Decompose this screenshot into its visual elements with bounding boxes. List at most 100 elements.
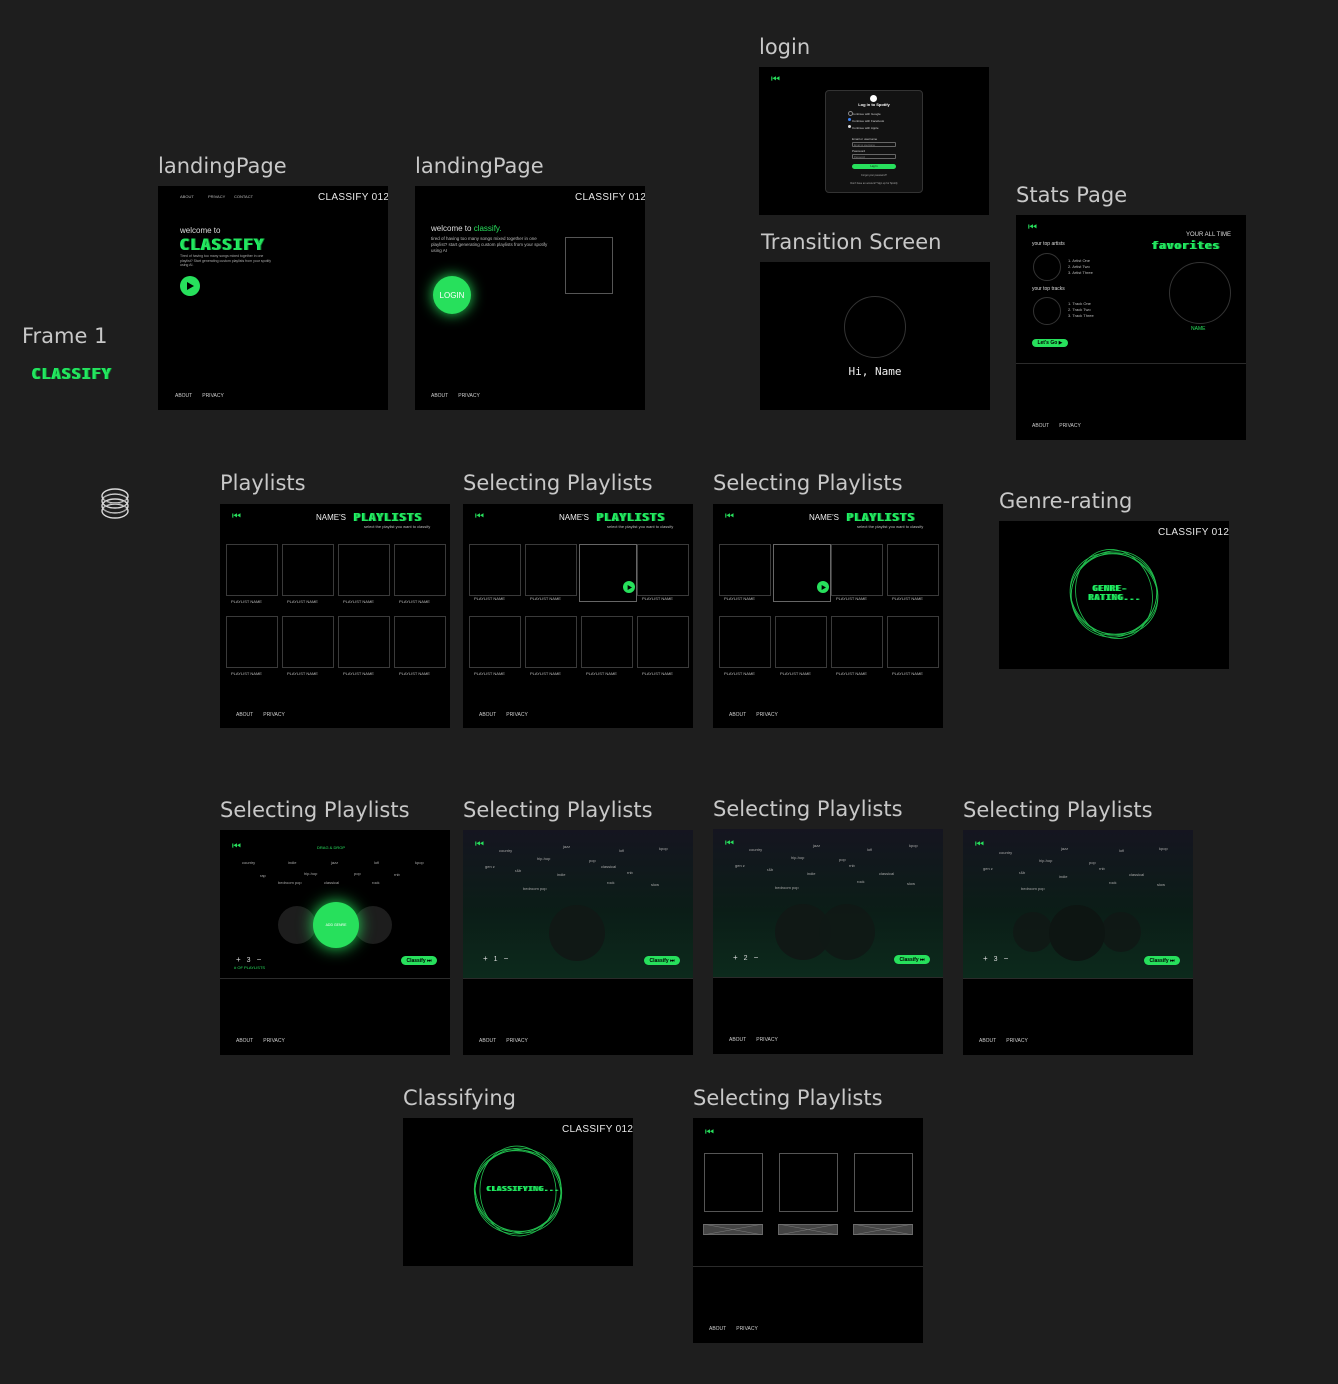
playlist-tile[interactable] — [637, 544, 689, 596]
genre-chip[interactable]: indie — [807, 871, 815, 876]
back-icon[interactable]: ⏮ — [475, 512, 485, 522]
playlist-tile[interactable] — [854, 1153, 913, 1212]
footer-about[interactable]: ABOUT — [979, 1038, 996, 1044]
genre-chip[interactable]: pop — [839, 857, 846, 862]
classify-button[interactable]: Classify ⏭ — [401, 956, 437, 965]
genre-chip[interactable]: rnb — [627, 870, 633, 875]
playlist-tile[interactable] — [469, 544, 521, 596]
playlist-count-stepper[interactable]: +1− — [483, 954, 514, 963]
genre-kpop[interactable]: kpop — [415, 860, 424, 865]
stepper-minus[interactable]: − — [754, 953, 765, 962]
genre-chip[interactable]: lofi — [619, 848, 624, 853]
footer-privacy[interactable]: PRIVACY — [756, 1037, 778, 1043]
genre-hiphop[interactable]: hip-hop — [304, 871, 317, 876]
genre-chip[interactable]: classical — [601, 864, 616, 869]
login-option-apple[interactable]: Continue with Apple — [852, 127, 879, 130]
drop-slot-right[interactable] — [1101, 912, 1141, 952]
play-button[interactable] — [180, 276, 200, 296]
playlist-tile[interactable] — [525, 616, 577, 668]
password-field[interactable]: Password — [852, 154, 896, 159]
footer-privacy[interactable]: PRIVACY — [1059, 423, 1081, 429]
genre-chip[interactable]: r&b — [515, 868, 521, 873]
genre-bedroom-pop[interactable]: bedroom pop — [278, 880, 302, 885]
back-icon[interactable]: ⏮ — [232, 842, 242, 852]
genre-lofi[interactable]: lofi — [374, 860, 379, 865]
footer-privacy[interactable]: PRIVACY — [506, 712, 528, 718]
drop-slot[interactable] — [549, 905, 605, 961]
genre-chip[interactable]: rnb — [1099, 866, 1105, 871]
genre-chip[interactable]: rnb — [849, 863, 855, 868]
play-button[interactable] — [623, 581, 635, 593]
genre-chip[interactable]: pop — [1089, 860, 1096, 865]
playlist-tile[interactable] — [887, 544, 939, 596]
nav-privacy[interactable]: PRIVACY — [208, 195, 225, 199]
drop-slot-left[interactable] — [1013, 912, 1053, 952]
footer-about[interactable]: ABOUT — [709, 1326, 726, 1332]
back-icon[interactable]: ⏮ — [771, 75, 781, 85]
stepper-minus[interactable]: − — [1004, 954, 1015, 963]
genre-chip[interactable]: rock — [857, 879, 865, 884]
footer-privacy[interactable]: PRIVACY — [263, 1038, 285, 1044]
playlist-count-stepper[interactable]: +3− — [236, 955, 267, 964]
footer-privacy[interactable]: PRIVACY — [458, 393, 480, 399]
stepper-plus[interactable]: + — [733, 953, 744, 962]
playlist-tile[interactable] — [831, 544, 883, 596]
genre-chip[interactable]: rock — [607, 880, 615, 885]
playlist-tile[interactable] — [775, 616, 827, 668]
footer-about[interactable]: ABOUT — [1032, 423, 1049, 429]
genre-chip[interactable]: hip-hop — [791, 855, 804, 860]
genre-chip[interactable]: lofi — [867, 847, 872, 852]
genre-chip[interactable]: kpop — [909, 843, 918, 848]
footer-privacy[interactable]: PRIVACY — [263, 712, 285, 718]
genre-chip[interactable]: bedroom pop — [1021, 886, 1045, 891]
drop-slot-right[interactable] — [354, 906, 392, 944]
genre-jazz[interactable]: jazz — [331, 860, 338, 865]
playlist-tile[interactable] — [338, 544, 390, 596]
drop-slot-left[interactable] — [278, 906, 316, 944]
login-button[interactable]: LOGIN — [433, 276, 471, 314]
login-option-facebook[interactable]: Continue with Facebook — [852, 120, 884, 123]
genre-country[interactable]: country — [242, 860, 255, 865]
genre-chip[interactable]: country — [749, 847, 762, 852]
footer-privacy[interactable]: PRIVACY — [736, 1326, 758, 1332]
footer-about[interactable]: ABOUT — [479, 1038, 496, 1044]
playlist-tile[interactable] — [637, 616, 689, 668]
genre-chip[interactable]: lofi — [1119, 848, 1124, 853]
playlist-tile[interactable] — [719, 544, 771, 596]
genre-rnb[interactable]: rnb — [394, 872, 400, 877]
playlist-tile[interactable] — [282, 616, 334, 668]
playlist-tile[interactable] — [719, 616, 771, 668]
lets-go-button[interactable]: Let's Go ▶ — [1032, 339, 1068, 347]
back-icon[interactable]: ⏮ — [705, 1128, 715, 1138]
nav-about[interactable]: ABOUT — [180, 195, 194, 199]
playlist-tile[interactable] — [338, 616, 390, 668]
genre-chip[interactable]: kpop — [1159, 846, 1168, 851]
login-option-google[interactable]: Continue with Google — [852, 113, 881, 116]
forgot-password-link[interactable]: Forgot your password? — [826, 174, 922, 178]
footer-about[interactable]: ABOUT — [431, 393, 448, 399]
genre-indie[interactable]: indie — [288, 860, 296, 865]
back-icon[interactable]: ⏮ — [725, 512, 735, 522]
playlist-tile[interactable] — [887, 616, 939, 668]
back-icon[interactable]: ⏮ — [975, 840, 985, 850]
drop-slot-right[interactable] — [819, 904, 875, 960]
playlist-count-stepper[interactable]: +2− — [733, 953, 764, 962]
genre-chip[interactable]: gen z — [735, 863, 745, 868]
genre-chip[interactable]: hip-hop — [537, 856, 550, 861]
genre-chip[interactable]: jazz — [813, 843, 820, 848]
genre-chip[interactable]: country — [499, 848, 512, 853]
playlist-tile[interactable] — [469, 616, 521, 668]
back-icon[interactable]: ⏮ — [1028, 223, 1038, 233]
playlist-tile[interactable] — [226, 544, 278, 596]
stepper-plus[interactable]: + — [483, 954, 494, 963]
add-genre-drop-zone[interactable]: ADD GENRE — [313, 902, 359, 948]
footer-about[interactable]: ABOUT — [236, 712, 253, 718]
stepper-minus[interactable]: − — [504, 954, 515, 963]
genre-pop[interactable]: pop — [354, 871, 361, 876]
genre-chip[interactable]: gen z — [485, 864, 495, 869]
classify-button[interactable]: Classify ⏭ — [1144, 956, 1180, 965]
back-icon[interactable]: ⏮ — [232, 512, 242, 522]
genre-chip[interactable]: classical — [1129, 872, 1144, 877]
playlist-tile[interactable] — [704, 1153, 763, 1212]
genre-chip[interactable]: kpop — [659, 846, 668, 851]
